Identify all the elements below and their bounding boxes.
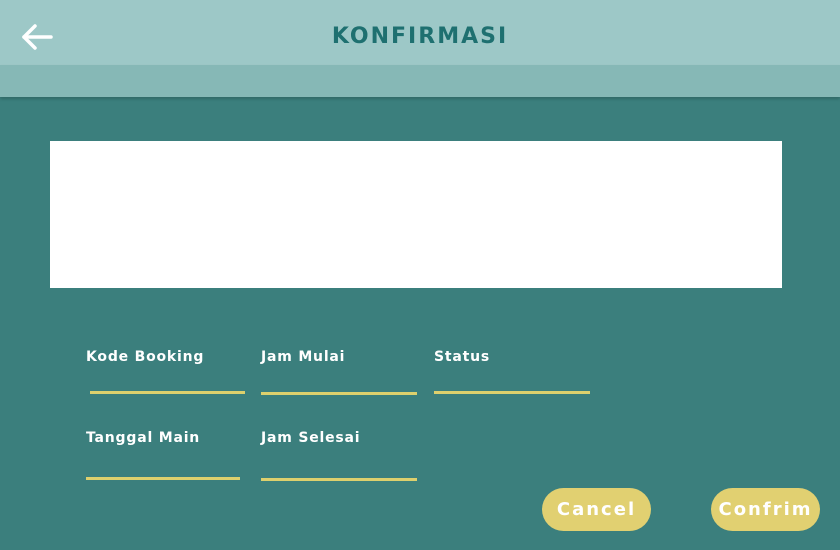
status-label: Status [434, 349, 491, 365]
cancel-button[interactable]: Cancel [542, 488, 651, 531]
jam-mulai-field[interactable] [261, 392, 417, 395]
status-field[interactable] [434, 391, 590, 394]
kode-booking-label: Kode Booking [86, 349, 205, 365]
tanggal-main-field[interactable] [86, 477, 240, 480]
page-title: KONFIRMASI [331, 24, 509, 49]
kode-booking-field[interactable] [90, 391, 245, 394]
jam-selesai-field[interactable] [261, 478, 417, 481]
jam-selesai-label: Jam Selesai [261, 430, 361, 446]
jam-mulai-label: Jam Mulai [261, 349, 346, 365]
tanggal-main-label: Tanggal Main [86, 430, 201, 446]
booking-summary-panel [50, 141, 782, 288]
sub-header-bar [0, 65, 840, 97]
confirm-button[interactable]: Confrim [711, 488, 820, 531]
